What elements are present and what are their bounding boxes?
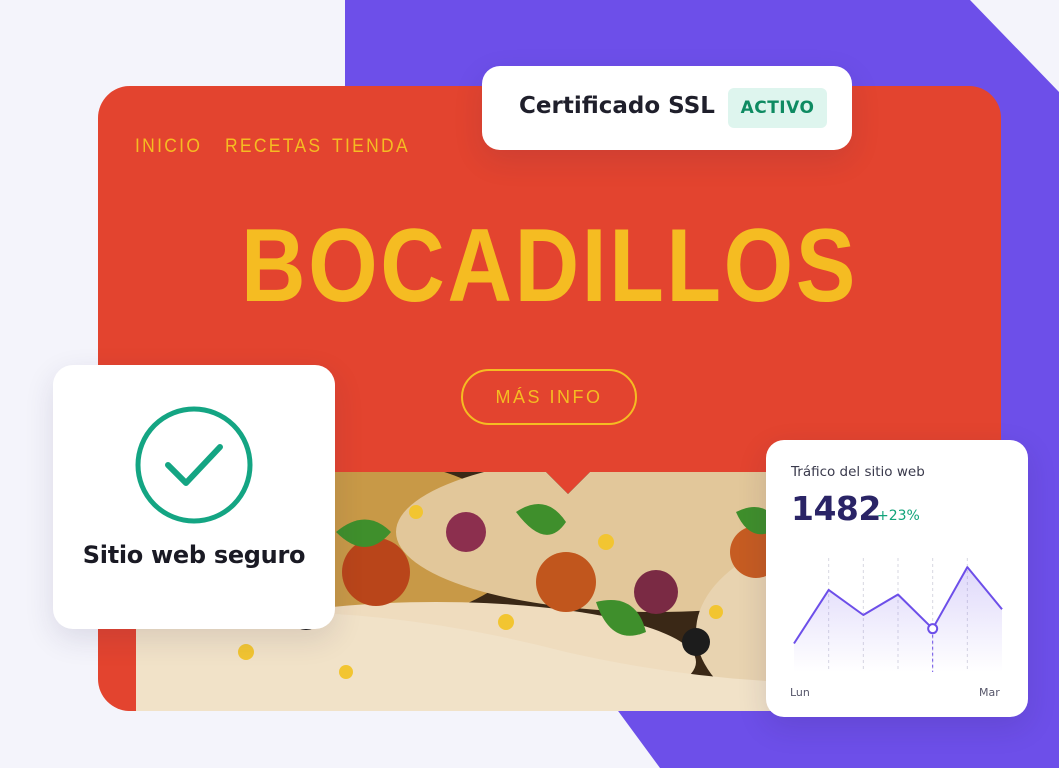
secure-site-label: Sitio web seguro <box>82 541 306 569</box>
ssl-status-badge: ACTIVO <box>728 88 827 128</box>
x-axis-end-label: Mar <box>979 686 1000 699</box>
nav-item-inicio[interactable]: INICIO <box>135 136 202 158</box>
x-axis-start-label: Lun <box>790 686 810 699</box>
more-info-button[interactable]: MÁS INFO <box>461 369 637 425</box>
nav-item-recetas[interactable]: RECETAS <box>225 136 322 158</box>
check-circle-icon <box>135 406 253 524</box>
secure-site-card: Sitio web seguro <box>53 365 335 629</box>
traffic-line-chart <box>793 558 1003 672</box>
chart-highlight-point[interactable] <box>927 623 939 635</box>
ssl-certificate-card: Certificado SSL ACTIVO <box>482 66 852 150</box>
ssl-label: Certificado SSL <box>519 93 715 119</box>
hero-title: BOCADILLOS <box>240 208 859 324</box>
traffic-card: Tráfico del sitio web 1482 +23% Lun Mar <box>766 440 1028 717</box>
nav-item-tienda[interactable]: TIENDA <box>332 136 410 158</box>
